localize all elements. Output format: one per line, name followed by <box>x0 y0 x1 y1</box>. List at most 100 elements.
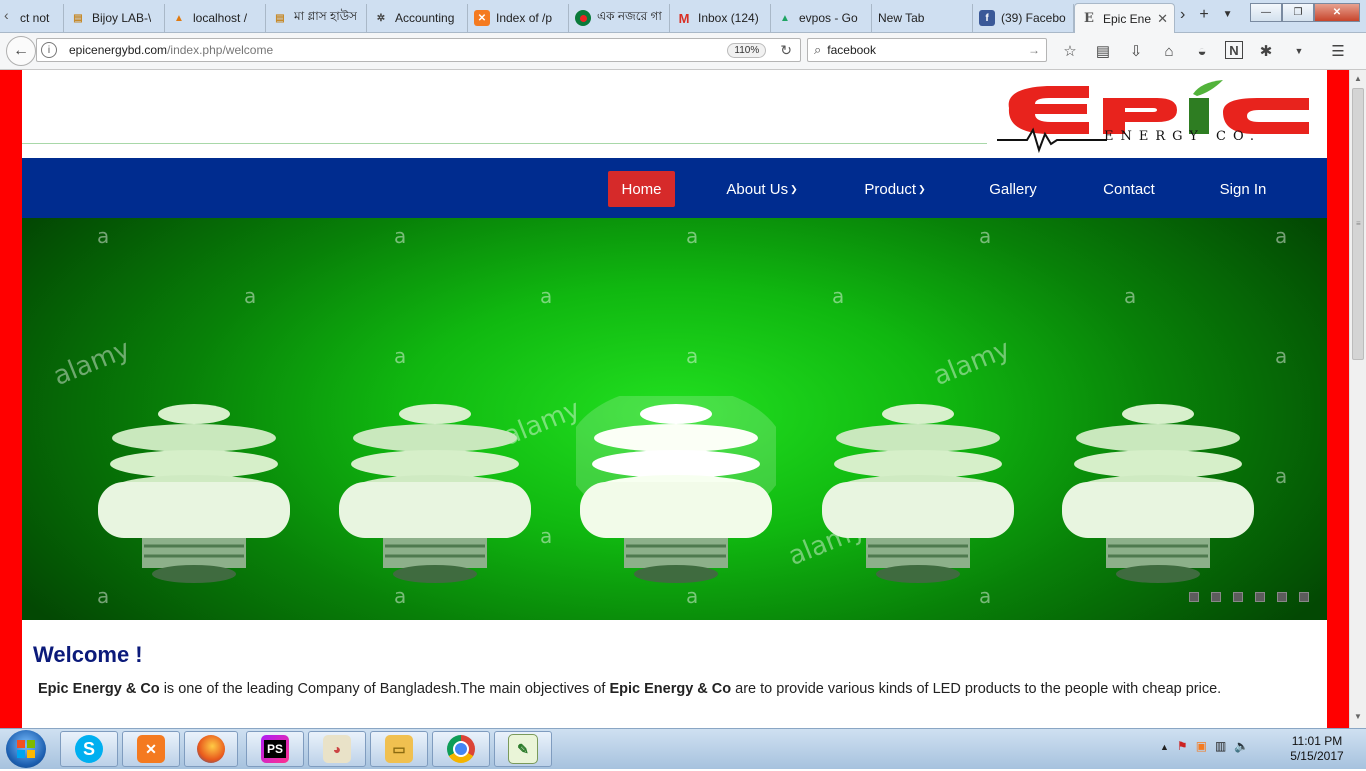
tab-2[interactable]: ▤ Bijoy LAB-\ <box>64 4 165 32</box>
tab-8[interactable]: M Inbox (124) <box>670 4 771 32</box>
company-name: Epic Energy & Co <box>609 681 732 697</box>
search-bar[interactable]: ⌕ facebook → <box>807 38 1047 62</box>
nav-home[interactable]: Home <box>608 171 675 207</box>
browser-toolbar: ☆ ▤ ⇩ ⌂ ◒ N ✱ ▼ ☰ <box>1060 41 1348 61</box>
url-bar[interactable]: i epicenergybd.com/index.php/welcome 110… <box>36 38 801 62</box>
app-icon: ✲ <box>376 12 386 24</box>
epic-energy-logo[interactable] <box>997 78 1317 158</box>
tab-3[interactable]: ▲ localhost / <box>165 4 266 32</box>
tab-label: Epic Ene <box>1103 11 1152 26</box>
nav-gallery[interactable]: Gallery <box>977 171 1049 207</box>
tray-expand-icon[interactable]: ▲ <box>1160 742 1169 753</box>
start-button[interactable] <box>6 730 46 768</box>
slider-pagination <box>1189 592 1309 602</box>
tabs-scroll-right-icon[interactable]: › <box>1180 6 1185 24</box>
tab-label: Bijoy LAB-\ <box>92 11 152 25</box>
tab-1[interactable]: ct not <box>14 4 64 32</box>
watermark: a <box>1275 224 1288 248</box>
windows-logo-icon <box>17 740 35 758</box>
volume-icon[interactable]: 🔈 <box>1234 739 1249 753</box>
chrome-icon <box>447 735 475 763</box>
pocket-icon[interactable]: ◒ <box>1192 41 1212 61</box>
minimize-button[interactable]: — <box>1250 3 1282 22</box>
tab-5[interactable]: ✲ Accounting <box>367 4 468 32</box>
cfl-bulb-image <box>339 404 531 583</box>
nav-about-us[interactable]: About Us ❯ <box>712 171 812 207</box>
nav-product[interactable]: Product ❯ <box>850 171 940 207</box>
watermark: a <box>97 224 110 248</box>
epic-favicon-icon: E <box>1084 11 1094 26</box>
extension-dropdown-icon[interactable]: ▼ <box>1289 41 1309 61</box>
vertical-scrollbar[interactable]: ▲ ≡ ▼ <box>1349 70 1366 728</box>
tab-6[interactable]: ✕ Index of /p <box>468 4 569 32</box>
taskbar: S ✕ PS ◕ ▭ ✎ ▲ ⚑ ▣ ▥ 🔈 11:01 PM 5/15/201… <box>0 728 1366 769</box>
watermark: a <box>979 224 992 248</box>
site-info-icon[interactable]: i <box>41 42 57 58</box>
browser-tab-strip: ‹ ct not ▤ Bijoy LAB-\ ▲ localhost / ▤ ম… <box>0 0 1366 33</box>
taskbar-skype[interactable]: S <box>60 731 118 767</box>
nav-sign-in[interactable]: Sign In <box>1208 171 1278 207</box>
taskbar-xampp[interactable]: ✕ <box>122 731 180 767</box>
taskbar-explorer[interactable]: ▭ <box>370 731 428 767</box>
scroll-down-icon[interactable]: ▼ <box>1354 712 1362 721</box>
nav-contact[interactable]: Contact <box>1090 171 1168 207</box>
reload-icon[interactable]: ↻ <box>780 42 792 59</box>
tab-4[interactable]: ▤ মা গ্লাস হাউস <box>266 4 367 32</box>
taskbar-paint[interactable]: ◕ <box>308 731 366 767</box>
slider-dot[interactable] <box>1255 592 1265 602</box>
tab-label: New Tab <box>878 11 925 25</box>
extension-bug-icon[interactable]: ✱ <box>1256 41 1276 61</box>
slider-dot[interactable] <box>1189 592 1199 602</box>
folder-icon: ▭ <box>385 735 413 763</box>
search-input[interactable]: facebook <box>827 43 1028 57</box>
tab-10[interactable]: New Tab <box>872 4 973 32</box>
welcome-paragraph: Epic Energy & Co is one of the leading C… <box>38 678 1298 700</box>
taskbar-firefox[interactable] <box>184 731 238 767</box>
page-icon: ▤ <box>275 12 285 24</box>
tabs-scroll-left-icon[interactable]: ‹ <box>4 7 9 23</box>
menu-icon[interactable]: ☰ <box>1328 41 1348 61</box>
extension-n-icon[interactable]: N <box>1225 41 1243 59</box>
scroll-up-icon[interactable]: ▲ <box>1354 74 1362 83</box>
back-button[interactable]: ← <box>6 36 36 66</box>
welcome-text-part: are to provide various kinds of LED prod… <box>731 681 1222 697</box>
nav-product-label: Product <box>864 180 917 198</box>
tab-11[interactable]: f (39) Facebo <box>973 4 1074 32</box>
tab-active[interactable]: E Epic Ene ✕ <box>1074 3 1175 33</box>
restore-button[interactable]: ❐ <box>1282 3 1314 22</box>
hero-slider[interactable]: a a a a a a a a a a a a a a a a a a alam… <box>22 218 1327 620</box>
taskbar-phpstorm[interactable]: PS <box>246 731 304 767</box>
logo-leaf-icon <box>1193 80 1223 96</box>
network-warning-icon[interactable]: ⚑ <box>1177 739 1188 753</box>
tab-label: localhost / <box>193 11 248 25</box>
close-window-button[interactable]: ✕ <box>1314 3 1360 22</box>
search-go-icon[interactable]: → <box>1028 43 1040 57</box>
tab-label: (39) Facebo <box>1001 11 1066 25</box>
taskbar-chrome[interactable] <box>432 731 490 767</box>
home-icon[interactable]: ⌂ <box>1159 41 1179 61</box>
scroll-thumb[interactable]: ≡ <box>1352 88 1364 360</box>
bookmark-star-icon[interactable]: ☆ <box>1060 41 1080 61</box>
tab-9[interactable]: ▲ evpos - Go <box>771 4 872 32</box>
welcome-title: Welcome ! <box>33 642 143 667</box>
slider-dot[interactable] <box>1299 592 1309 602</box>
url-text[interactable]: epicenergybd.com/index.php/welcome <box>69 43 727 57</box>
tab-7[interactable]: এক নজরে গা <box>569 4 670 32</box>
taskbar-editor[interactable]: ✎ <box>494 731 552 767</box>
tab-label: Inbox (124) <box>698 11 759 25</box>
downloads-icon[interactable]: ⇩ <box>1126 41 1146 61</box>
reading-list-icon[interactable]: ▤ <box>1093 41 1113 61</box>
tab-list-dropdown-icon[interactable]: ▼ <box>1223 9 1233 24</box>
slider-dot[interactable] <box>1277 592 1287 602</box>
slider-dot[interactable] <box>1211 592 1221 602</box>
new-tab-icon[interactable]: + <box>1199 6 1208 24</box>
slider-dot[interactable] <box>1233 592 1243 602</box>
drive-icon: ▲ <box>780 12 790 24</box>
network-icon[interactable]: ▥ <box>1215 739 1226 753</box>
xampp-tray-icon[interactable]: ▣ <box>1196 739 1207 753</box>
zoom-level-badge[interactable]: 110% <box>727 42 767 58</box>
tab-close-icon[interactable]: ✕ <box>1157 11 1168 27</box>
watermark-word: alamy <box>49 334 135 392</box>
system-clock[interactable]: 11:01 PM 5/15/2017 <box>1282 734 1352 764</box>
header-divider <box>22 143 987 144</box>
